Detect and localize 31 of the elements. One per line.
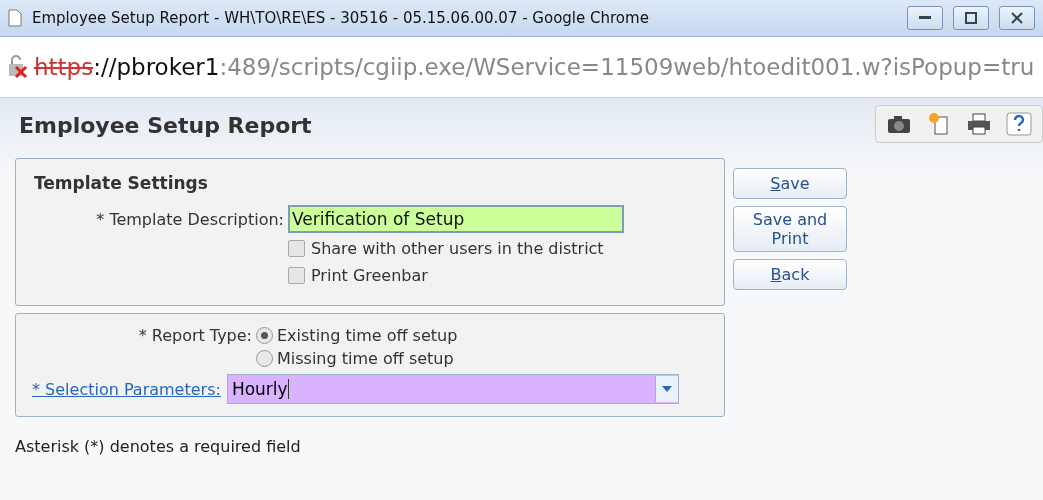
broken-lock-icon [6,55,30,79]
action-button[interactable]: Save [733,168,847,199]
close-button[interactable] [999,6,1035,30]
window-title: Employee Setup Report - WH\TO\RE\ES - 30516 - 05.15.06.00.07 - Google Chrome [32,9,650,27]
maximize-button[interactable] [953,6,989,30]
page-icon [8,9,22,27]
minimize-icon [919,16,931,20]
selection-parameters-link[interactable]: * Selection Parameters: [32,379,221,399]
close-icon [1011,12,1023,24]
radio-button[interactable] [256,327,273,344]
minimize-button[interactable] [907,6,943,30]
help-icon[interactable] [1006,112,1032,136]
radio-label: Existing time off setup [277,326,458,345]
checkbox[interactable] [288,240,305,257]
checkbox-label: Print Greenbar [311,266,428,285]
checkbox-label: Share with other users in the district [311,239,604,258]
page-title: Employee Setup Report [19,112,313,138]
field-label: * Report Type: [137,326,253,345]
maximize-icon [965,12,977,24]
selection-dropdown[interactable]: Hourly [226,374,679,404]
description-field[interactable]: Verification of Setup [288,205,624,233]
print-icon[interactable] [966,112,992,136]
checkbox[interactable] [288,267,305,284]
radio-label: Missing time off setup [277,349,454,368]
action-button[interactable]: Save and Print [733,206,847,252]
field-label: * Template Description: [95,209,285,229]
section-heading: Template Settings [34,173,209,193]
footer-note: Asterisk (*) denotes a required field [15,437,302,456]
dropdown-arrow-icon [661,386,672,392]
action-button[interactable]: Back [733,259,847,290]
radio-button[interactable] [256,350,273,367]
